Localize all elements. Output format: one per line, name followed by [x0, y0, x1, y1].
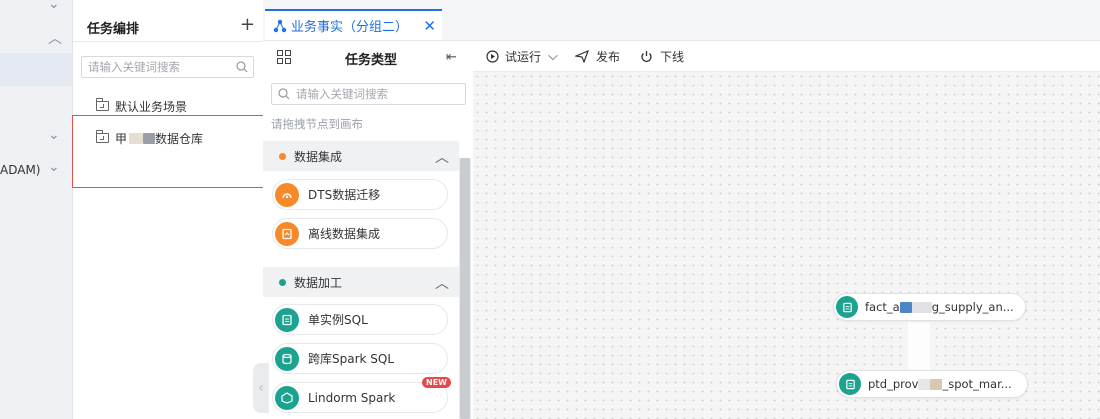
group-dot: [279, 152, 286, 160]
node-dts-migration[interactable]: DTS数据迁移: [272, 179, 448, 210]
search-icon[interactable]: [236, 61, 248, 73]
task-type-palette: 任务类型 ⇤ 请拖拽节点到画布 数据集成 ︿ DTS数据迁移 离线数据集成 数据…: [263, 41, 474, 419]
tab-label: 业务事实（分组二）: [291, 20, 409, 35]
chevron-up-icon[interactable]: ︿: [48, 32, 62, 46]
test-run-button[interactable]: 试运行 ⌵: [486, 41, 558, 71]
redacted-text: [129, 132, 144, 144]
offline-button[interactable]: 下线: [640, 41, 684, 71]
publish-label: 发布: [596, 49, 621, 64]
task-search-input[interactable]: [82, 57, 232, 77]
node-label: 单实例SQL: [308, 313, 368, 327]
folder-icon: [96, 130, 109, 143]
palette-scrollbar[interactable]: [459, 158, 471, 419]
node-single-instance-sql[interactable]: 单实例SQL: [272, 304, 448, 335]
chevron-up-icon[interactable]: ︿: [435, 273, 449, 293]
node-cross-db-spark-sql[interactable]: 跨库Spark SQL: [272, 343, 448, 374]
offline-integration-icon: [275, 221, 299, 246]
drag-hint: 请拖拽节点到画布: [271, 117, 363, 131]
node-label-suffix: _spot_mar...: [942, 377, 1012, 391]
test-run-label: 试运行: [505, 49, 542, 64]
tree-item-label-prefix: 甲: [115, 131, 128, 146]
task-search-box: [81, 56, 254, 78]
node-label: 跨库Spark SQL: [308, 352, 395, 366]
workflow-canvas[interactable]: [473, 72, 1100, 419]
sql-icon: [836, 296, 858, 318]
dts-migration-icon: [275, 182, 299, 207]
divider: [73, 41, 263, 42]
offline-label: 下线: [660, 49, 685, 64]
send-icon: [575, 49, 589, 63]
canvas-toolbar: 试运行 ⌵ 发布 下线: [473, 41, 1100, 72]
tab-business-fact[interactable]: 业务事实（分组二） ✕: [265, 9, 442, 40]
folder-icon: [96, 98, 109, 111]
collapse-panel-icon[interactable]: ⇤: [446, 50, 457, 65]
tab-bar: 业务事实（分组二） ✕: [263, 0, 1100, 41]
chevron-up-icon[interactable]: ︿: [435, 147, 449, 167]
play-circle-icon: [486, 49, 499, 63]
panel-title: 任务编排: [87, 22, 140, 37]
nav-selected-item[interactable]: [0, 53, 72, 86]
chevron-down-icon[interactable]: ⌄: [48, 160, 62, 174]
node-lindorm-spark[interactable]: Lindorm Spark NEW: [272, 377, 451, 413]
task-orchestration-panel: 任务编排 + 默认业务场景 甲 数据仓库: [73, 0, 264, 419]
nav-item-label[interactable]: ADAM): [0, 163, 40, 177]
node-label-suffix: g_supply_an...: [931, 300, 1014, 314]
chevron-down-icon[interactable]: ⌄: [48, 128, 62, 142]
search-icon: [278, 88, 290, 100]
chevron-down-icon[interactable]: ⌄: [48, 0, 62, 11]
node-label-prefix: ptd_prov: [868, 377, 919, 391]
redacted-text: [930, 378, 943, 390]
redacted-text: [911, 301, 932, 313]
grid-icon[interactable]: [277, 50, 291, 64]
tree-item-label: 默认业务场景: [115, 99, 188, 114]
palette-title: 任务类型: [345, 53, 398, 68]
spark-sql-icon: [275, 346, 299, 371]
tree-item-default-scenario[interactable]: 默认业务场景: [96, 96, 187, 116]
left-nav-strip: ⌄ ︿ ⌄ ADAM) ⌄: [0, 0, 73, 419]
node-label: DTS数据迁移: [308, 188, 381, 202]
add-icon[interactable]: +: [240, 14, 255, 35]
chevron-down-icon[interactable]: ⌵: [548, 49, 558, 64]
node-label-prefix: fact_a: [865, 300, 900, 314]
palette-search-box: [271, 83, 466, 105]
workflow-icon: [273, 19, 287, 32]
group-data-processing[interactable]: 数据加工 ︿: [263, 267, 459, 297]
group-data-integration[interactable]: 数据集成 ︿: [263, 141, 459, 171]
power-icon: [641, 50, 652, 62]
node-offline-integration[interactable]: 离线数据集成: [272, 218, 448, 249]
lindorm-spark-icon: [275, 385, 299, 410]
edge-placeholder: [908, 322, 930, 370]
tree-item-label-suffix: 数据仓库: [155, 131, 204, 146]
redacted-text: [899, 301, 912, 313]
close-icon[interactable]: ✕: [423, 17, 436, 35]
node-label: Lindorm Spark: [308, 390, 396, 405]
sql-icon: [839, 373, 861, 395]
group-label: 数据集成: [294, 149, 343, 164]
canvas-node-fact[interactable]: fact_a g_supply_an...: [833, 293, 1026, 321]
canvas-node-ptd[interactable]: ptd_prov _spot_mar...: [836, 370, 1028, 398]
node-label: 离线数据集成: [308, 227, 381, 241]
group-dot: [279, 278, 286, 286]
new-badge: NEW: [422, 377, 451, 388]
chevron-left-icon: ‹: [258, 380, 264, 396]
redacted-text: [143, 132, 156, 144]
collapse-handle[interactable]: ‹: [253, 363, 269, 413]
scrollbar-thumb[interactable]: [460, 158, 470, 419]
publish-button[interactable]: 发布: [575, 41, 620, 71]
tree-item-data-warehouse[interactable]: 甲 数据仓库: [96, 128, 203, 148]
palette-search-input[interactable]: [290, 84, 465, 104]
group-label: 数据加工: [294, 275, 343, 290]
redacted-text: [918, 378, 931, 390]
sql-icon: [275, 307, 299, 332]
